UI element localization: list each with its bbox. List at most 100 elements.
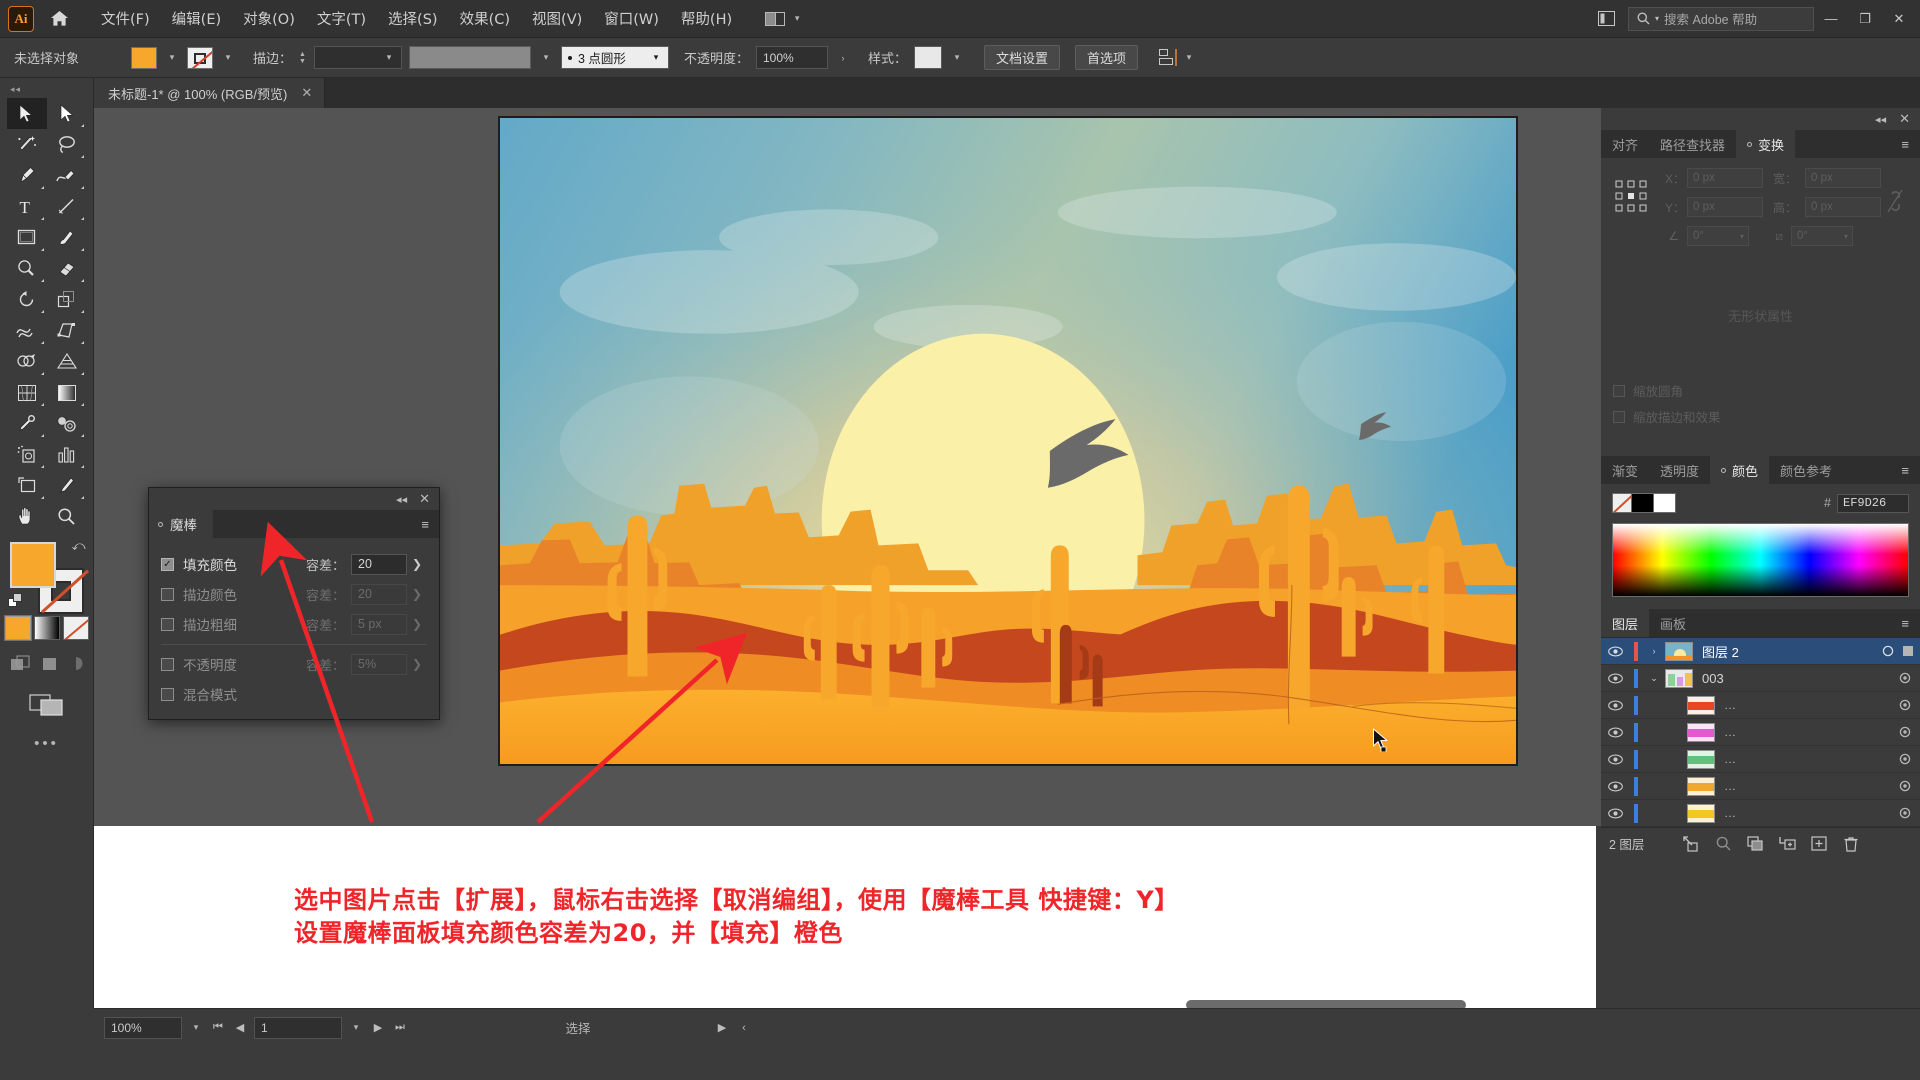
stroke-style-select[interactable]: 3 点圆形 ▾ — [560, 46, 669, 69]
rectangle-tool[interactable] — [7, 222, 47, 253]
eyedropper-tool[interactable] — [7, 408, 47, 439]
target-indicator-icon[interactable] — [1890, 753, 1920, 765]
magic-wand-panel[interactable]: ◂◂ ✕ 魔棒 ≡ ✓ 填充颜色 容差： 20 ❯ 描边颜色 容差： 20 ❯ … — [148, 487, 440, 720]
scale-corners-checkbox[interactable] — [1613, 384, 1625, 397]
swap-fill-stroke-icon[interactable]: ⤺ — [72, 538, 86, 554]
close-icon[interactable]: ✕ — [301, 85, 312, 101]
perspective-grid-tool[interactable] — [47, 346, 87, 377]
layer-name[interactable]: … — [1724, 752, 1890, 766]
eye-icon[interactable] — [1601, 646, 1629, 657]
layer-name[interactable]: 图层 2 — [1702, 642, 1873, 661]
color-fill-button[interactable] — [3, 615, 32, 641]
menu-help[interactable]: 帮助(H) — [670, 4, 743, 33]
workspace-switcher-icon[interactable] — [1592, 7, 1620, 31]
tab-gradient[interactable]: 渐变 — [1601, 456, 1649, 484]
opacity-expand-icon[interactable]: › — [835, 47, 851, 69]
chevron-down-icon[interactable]: ⌄ — [1643, 673, 1665, 684]
shear-input[interactable]: 0° ▾ — [1791, 226, 1853, 246]
black-color-swatch[interactable] — [1632, 493, 1654, 513]
none-color-swatch[interactable] — [1612, 493, 1632, 513]
eye-icon[interactable] — [1601, 808, 1629, 819]
tab-magic-wand[interactable]: 魔棒 — [149, 510, 213, 538]
menu-object[interactable]: 对象(O) — [232, 4, 306, 33]
make-clipping-mask-icon[interactable] — [1739, 828, 1771, 860]
stroke-weight-stepper[interactable]: ▲ ▼ — [299, 47, 306, 69]
stroke-weight-select[interactable]: ▾ — [313, 46, 402, 69]
gradient-tool[interactable] — [47, 377, 87, 408]
menu-window[interactable]: 窗口(W) — [593, 4, 670, 33]
menu-view[interactable]: 视图(V) — [521, 4, 593, 33]
slice-tool[interactable] — [47, 470, 87, 501]
layer-row-1[interactable]: ⌄ 003 — [1601, 665, 1920, 692]
blend-mode-checkbox[interactable] — [161, 687, 174, 701]
stroke-weight-checkbox[interactable] — [161, 617, 174, 631]
width-tool[interactable] — [7, 315, 47, 346]
status-expand-icon[interactable]: ▶ — [714, 1017, 730, 1039]
fill-tolerance-expand-icon[interactable]: ❯ — [407, 557, 427, 571]
draw-inside-icon[interactable] — [68, 654, 84, 673]
fill-tolerance-input[interactable]: 20 — [351, 553, 407, 575]
artboard-chevron-down-icon[interactable]: ▾ — [348, 1017, 364, 1039]
rotate-input[interactable]: 0° ▾ — [1687, 226, 1749, 246]
layer-row-0[interactable]: › 图层 2 — [1601, 638, 1920, 665]
menu-file[interactable]: 文件(F) — [90, 4, 161, 33]
create-new-layer-icon[interactable] — [1803, 828, 1835, 860]
blend-tool[interactable] — [47, 408, 87, 439]
search-help-box[interactable]: ▾ 搜索 Adobe 帮助 — [1628, 6, 1814, 31]
arrange-documents-button[interactable]: ▾ — [765, 8, 805, 30]
wand-row-stroke-weight[interactable]: 描边粗细 容差： 5 px ❯ — [161, 609, 427, 639]
stroke-color-checkbox[interactable] — [161, 587, 174, 601]
wand-row-stroke-color[interactable]: 描边颜色 容差： 20 ❯ — [161, 579, 427, 609]
menu-type[interactable]: 文字(T) — [306, 4, 377, 33]
white-color-swatch[interactable] — [1654, 493, 1676, 513]
pen-tool[interactable] — [7, 160, 47, 191]
target-indicator-icon[interactable] — [1890, 699, 1920, 711]
first-artboard-icon[interactable]: ⏮ — [210, 1017, 226, 1039]
create-sublayer-icon[interactable] — [1771, 828, 1803, 860]
zoom-chevron-down-icon[interactable]: ▾ — [188, 1017, 204, 1039]
layer-row-6[interactable]: … — [1601, 800, 1920, 827]
mesh-tool[interactable] — [7, 377, 47, 408]
panel-menu-icon[interactable]: ≡ — [1890, 609, 1920, 637]
artboard[interactable] — [498, 116, 1518, 766]
eye-icon[interactable] — [1601, 727, 1629, 738]
target-indicator-icon[interactable] — [1890, 672, 1920, 684]
screen-mode-button[interactable] — [0, 689, 93, 721]
window-minimize-button[interactable]: — — [1814, 0, 1848, 38]
next-artboard-icon[interactable]: ▶ — [370, 1017, 386, 1039]
curvature-tool[interactable] — [47, 160, 87, 191]
free-transform-tool[interactable] — [47, 315, 87, 346]
symbol-sprayer-tool[interactable] — [7, 439, 47, 470]
height-input[interactable]: 0 px — [1805, 197, 1881, 217]
tab-color[interactable]: 颜色 — [1710, 456, 1770, 484]
panel-menu-icon[interactable]: ≡ — [421, 518, 439, 531]
eraser-tool[interactable] — [47, 253, 87, 284]
wand-row-fill-color[interactable]: ✓ 填充颜色 容差： 20 ❯ — [161, 549, 427, 579]
close-icon[interactable]: ✕ — [1899, 111, 1910, 127]
close-icon[interactable]: ✕ — [419, 491, 430, 507]
artboard-tool[interactable] — [7, 470, 47, 501]
target-indicator-icon[interactable] — [1890, 780, 1920, 792]
fill-color-swatch[interactable] — [131, 46, 157, 69]
x-input[interactable]: 0 px — [1687, 168, 1763, 188]
target-indicator-icon[interactable] — [1890, 726, 1920, 738]
wand-row-opacity[interactable]: 不透明度 容差： 5% ❯ — [161, 649, 427, 679]
style-chevron-down-icon[interactable]: ▾ — [949, 47, 965, 69]
tab-artboards[interactable]: 画板 — [1649, 609, 1697, 637]
artboard-number-input[interactable]: 1 — [254, 1016, 342, 1039]
paintbrush-tool[interactable] — [47, 222, 87, 253]
hex-input[interactable]: EF9D26 — [1837, 493, 1909, 513]
window-maximize-button[interactable]: ❐ — [1848, 0, 1882, 38]
opacity-input[interactable]: 100% — [755, 46, 828, 69]
locate-object-icon[interactable] — [1675, 828, 1707, 860]
toolbar-more-tools-button[interactable]: ••• — [0, 735, 93, 752]
tab-align[interactable]: 对齐 — [1601, 130, 1649, 158]
constrain-proportions-icon[interactable] — [1886, 188, 1904, 219]
menu-effect[interactable]: 效果(C) — [449, 4, 521, 33]
document-tab[interactable]: 未标题-1* @ 100% (RGB/预览) ✕ — [94, 78, 326, 108]
panel-menu-icon[interactable]: ≡ — [1890, 130, 1920, 158]
reference-point-grid[interactable] — [1615, 180, 1647, 212]
line-segment-tool[interactable] — [47, 191, 87, 222]
wand-row-blend-mode[interactable]: 混合模式 — [161, 679, 427, 709]
column-graph-tool[interactable] — [47, 439, 87, 470]
